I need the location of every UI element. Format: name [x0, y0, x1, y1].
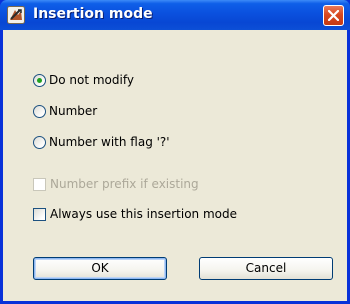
close-icon: [328, 10, 339, 21]
checkbox[interactable]: [33, 207, 46, 221]
checkbox-always-use[interactable]: Always use this insertion mode: [33, 206, 237, 222]
title-bar[interactable]: Insertion mode: [0, 0, 350, 30]
ok-button[interactable]: OK: [33, 257, 167, 280]
radio-number-with-flag[interactable]: Number with flag '?': [33, 134, 170, 150]
dialog-body: Do not modify Number Number with flag '?…: [3, 30, 347, 301]
checkbox-number-prefix: Number prefix if existing: [33, 176, 199, 192]
radio-button[interactable]: [33, 104, 46, 118]
radio-label: Number with flag '?': [49, 135, 170, 149]
radio-number[interactable]: Number: [33, 103, 97, 119]
checkbox-label: Number prefix if existing: [50, 177, 199, 191]
cancel-button[interactable]: Cancel: [199, 257, 333, 280]
radio-do-not-modify[interactable]: Do not modify: [33, 72, 134, 88]
checkbox-label: Always use this insertion mode: [50, 207, 237, 221]
dialog-title: Insertion mode: [33, 6, 153, 22]
radio-label: Do not modify: [49, 73, 134, 87]
radio-selected-dot: [37, 77, 42, 83]
close-button[interactable]: [323, 5, 344, 26]
radio-button[interactable]: [33, 135, 46, 149]
insertion-mode-dialog: Insertion mode Do not modify Number Numb…: [0, 0, 350, 304]
radio-button[interactable]: [33, 73, 46, 87]
radio-label: Number: [49, 104, 98, 118]
checkbox: [33, 177, 46, 191]
insertion-app-icon: [7, 6, 25, 24]
